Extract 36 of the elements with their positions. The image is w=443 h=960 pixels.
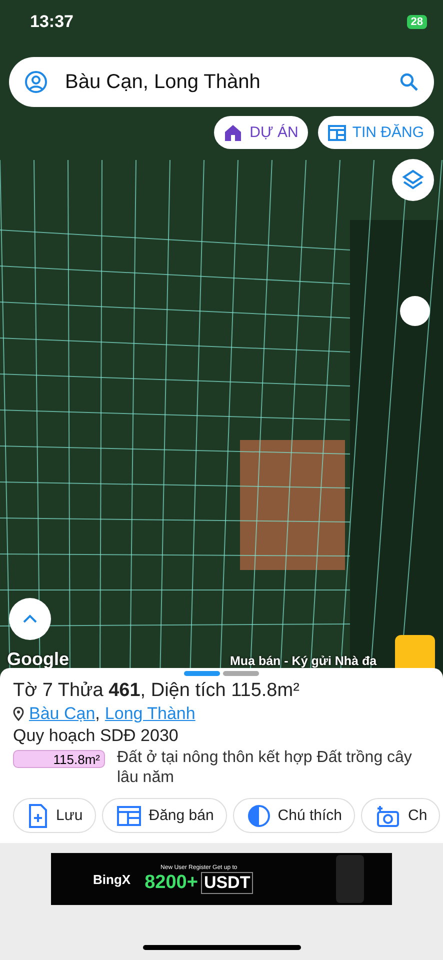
location-link[interactable]: Bàu Cạn <box>29 704 96 724</box>
add-file-icon <box>28 804 48 828</box>
map-chip[interactable]: DỰ ÁN <box>214 116 308 149</box>
page-indicator[interactable] <box>223 671 259 676</box>
search-value: Bàu Cạn, Long Thành <box>65 70 262 94</box>
action-button[interactable]: Chú thích <box>232 798 356 833</box>
layers-icon <box>401 168 425 192</box>
map-attribution: Google <box>7 649 69 670</box>
battery-level: 28 <box>406 15 427 29</box>
house-icon <box>224 124 244 142</box>
map-banner-text: Mua bán - Ký gửi Nhà đa <box>230 654 377 668</box>
account-icon <box>25 71 47 93</box>
ad-currency: USDT <box>200 872 254 894</box>
land-use-description: Đất ở tại nông thôn kết hợp Đất trồng cây lâu năm <box>117 748 413 788</box>
contrast-icon <box>248 804 270 826</box>
comma: , <box>95 704 100 724</box>
area-swatch: 115.8m² <box>13 750 105 768</box>
planning-title: Quy hoạch SDĐ 2030 <box>13 726 180 746</box>
ad-brand: BingX <box>93 872 131 886</box>
search-field[interactable]: Bàu Cạn, Long Thành <box>9 57 434 107</box>
location-link[interactable]: Long Thành <box>104 704 196 724</box>
action-button[interactable]: Lưu <box>13 798 96 833</box>
status-time: 13:37 <box>30 12 74 32</box>
ad-amount: 8200+ <box>144 872 198 894</box>
location-pin-icon <box>13 707 24 721</box>
camera-icon <box>376 804 400 826</box>
expand-button[interactable] <box>9 598 51 640</box>
phone-drawing <box>336 855 364 903</box>
map-chip[interactable]: TIN ĐĂNG <box>318 116 434 149</box>
parcel-title: Tờ 7 Thửa 461, Diện tích 115.8m² <box>13 680 300 702</box>
search-icon[interactable] <box>400 73 418 91</box>
chevron-up-icon <box>22 614 38 624</box>
layers-button[interactable] <box>392 159 434 201</box>
action-button[interactable]: Ch <box>361 798 440 833</box>
page-indicator[interactable] <box>184 671 220 676</box>
action-button[interactable]: Đăng bán <box>102 798 227 833</box>
